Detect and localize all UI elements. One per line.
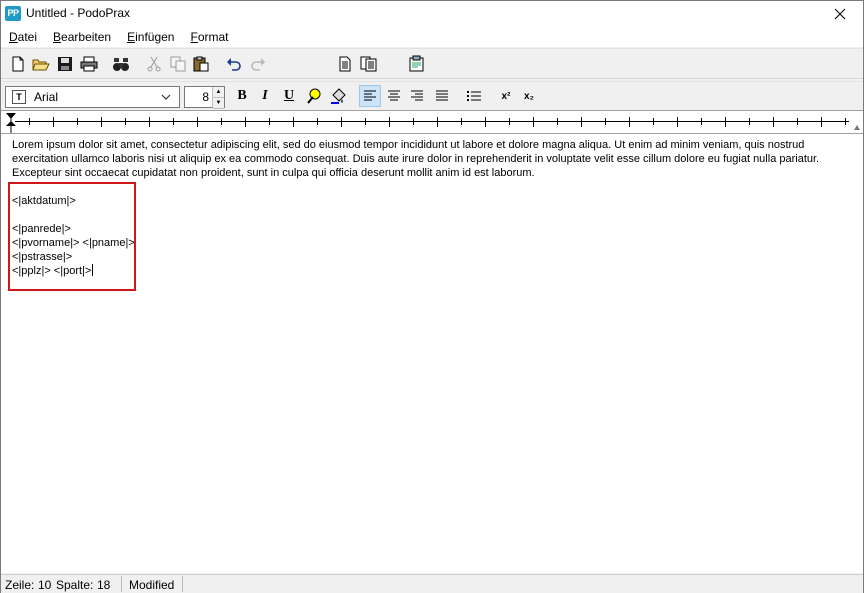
insert-multiple-pages-button[interactable] (358, 53, 380, 75)
text-color-button[interactable] (303, 85, 325, 107)
title-bar: PP Untitled - PodoPrax (1, 1, 863, 26)
status-zeile-label: Zeile: (5, 578, 35, 592)
window-title: Untitled - PodoPrax (26, 6, 131, 20)
font-size-value[interactable]: 8 (185, 87, 212, 107)
insert-multiple-pages-icon (360, 56, 377, 72)
status-spalte-label: Spalte: (56, 578, 94, 592)
font-name-select[interactable]: T Arial (5, 86, 180, 108)
save-button[interactable] (54, 53, 76, 75)
align-center-icon (388, 90, 400, 101)
copy-button[interactable] (167, 53, 189, 75)
status-spalte-value: 18 (97, 578, 111, 592)
bullet-list-icon (467, 91, 481, 101)
spin-down-icon[interactable]: ▼ (213, 98, 224, 109)
chevron-down-icon[interactable] (161, 94, 179, 100)
undo-button[interactable] (223, 53, 245, 75)
justify-button[interactable] (431, 85, 453, 107)
highlight-color-icon (331, 88, 346, 104)
print-icon (80, 56, 98, 72)
menu-einfuegen[interactable]: Einfügen (119, 27, 182, 47)
insert-field-button[interactable] (406, 53, 428, 75)
align-center-button[interactable] (383, 85, 405, 107)
font-size-stepper[interactable]: 8 ▲ ▼ (184, 86, 225, 109)
find-icon (113, 58, 129, 71)
close-icon (834, 8, 846, 19)
font-name-value: Arial (34, 90, 59, 104)
align-left-button[interactable] (359, 85, 381, 107)
cut-button[interactable] (143, 53, 165, 75)
cut-icon (147, 56, 161, 72)
open-button[interactable] (30, 53, 52, 75)
spin-up-icon[interactable]: ▲ (213, 87, 224, 98)
open-folder-icon (32, 59, 50, 71)
redo-icon (251, 58, 265, 71)
italic-button[interactable]: I (254, 85, 276, 107)
toolbar-separator (1, 78, 863, 79)
document-editor[interactable]: Lorem ipsum dolor sit amet, consectetur … (1, 134, 863, 573)
ruler[interactable] (1, 110, 863, 134)
indent-marker-icon[interactable] (5, 112, 17, 134)
standard-toolbar (1, 48, 863, 78)
save-icon (58, 57, 72, 71)
menu-format[interactable]: Format (182, 27, 236, 47)
font-color-icon (307, 88, 321, 104)
superscript-button[interactable]: x² (495, 85, 517, 107)
format-toolbar: T Arial 8 ▲ ▼ B I U x² x₂ (1, 81, 863, 109)
underline-button[interactable]: U (278, 85, 300, 107)
align-justify-icon (436, 90, 448, 101)
align-right-button[interactable] (406, 85, 428, 107)
highlight-button[interactable] (327, 85, 349, 107)
bullet-list-button[interactable] (463, 85, 485, 107)
right-margin-marker-icon[interactable] (853, 123, 861, 131)
align-right-icon (411, 90, 423, 101)
highlight-box (8, 182, 136, 291)
insert-page-button[interactable] (334, 53, 356, 75)
redo-button[interactable] (247, 53, 269, 75)
menu-bearbeiten[interactable]: Bearbeiten (45, 27, 119, 47)
bold-button[interactable]: B (231, 85, 253, 107)
paste-button[interactable] (190, 53, 212, 75)
paste-icon (193, 56, 209, 72)
status-bar: Zeile: 10 Spalte: 18 Modified (1, 574, 863, 593)
status-modified: Modified (129, 578, 175, 592)
status-zeile-value: 10 (38, 578, 52, 592)
insert-field-icon (409, 55, 424, 72)
undo-icon (227, 58, 241, 71)
copy-icon (170, 56, 186, 72)
lorem-paragraph: Lorem ipsum dolor sit amet, consectetur … (12, 139, 820, 179)
align-left-icon (364, 90, 376, 101)
menu-bar: Datei Bearbeiten Einfügen Format (1, 26, 863, 47)
menu-datei[interactable]: Datei (1, 27, 45, 47)
print-button[interactable] (78, 53, 100, 75)
app-logo-icon: PP (5, 6, 21, 21)
find-button[interactable] (110, 53, 132, 75)
app-window: PP Untitled - PodoPrax Datei Bearbeiten … (0, 0, 864, 593)
subscript-button[interactable]: x₂ (518, 85, 540, 107)
new-document-icon (12, 56, 24, 72)
truetype-font-icon: T (12, 90, 26, 104)
new-document-button[interactable] (7, 53, 29, 75)
close-window-button[interactable] (817, 1, 863, 26)
insert-page-icon (339, 56, 351, 72)
